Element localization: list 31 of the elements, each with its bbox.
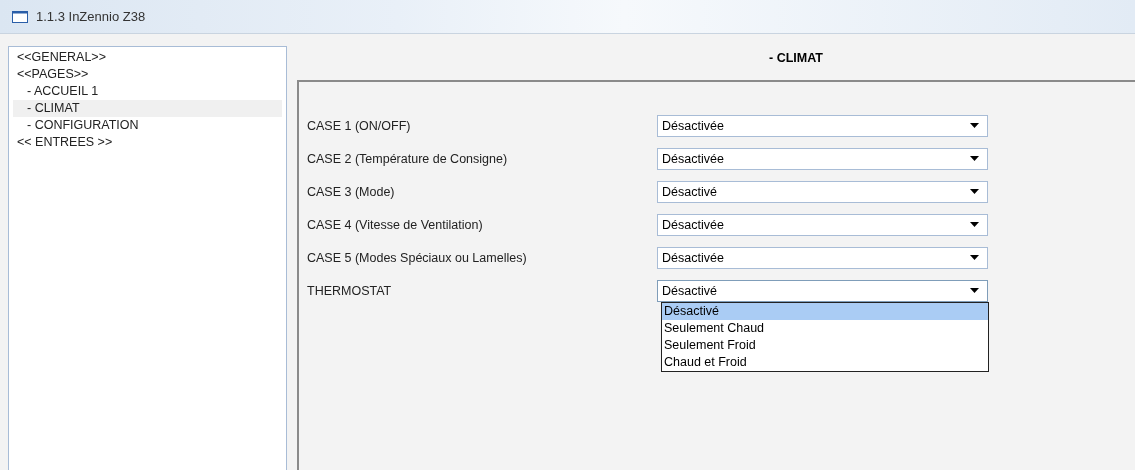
dropdown[interactable]: Désactivé xyxy=(657,279,988,302)
caret-icon xyxy=(970,189,979,194)
tree-item[interactable]: - CONFIGURATION xyxy=(13,117,282,134)
field-label: CASE 5 (Modes Spéciaux ou Lamelles) xyxy=(307,250,528,265)
caret-icon xyxy=(970,288,979,293)
dropdown[interactable]: Désactivé xyxy=(657,180,988,203)
dropdown[interactable]: Désactivée xyxy=(657,213,988,236)
field-label: CASE 1 (ON/OFF) xyxy=(307,118,412,133)
tree-item[interactable]: <<GENERAL>> xyxy=(13,49,282,66)
dropdown[interactable]: Désactivée xyxy=(657,246,988,269)
dropdown-option[interactable]: Seulement Froid xyxy=(662,336,988,354)
caret-icon xyxy=(970,123,979,128)
field-label: CASE 2 (Température de Consigne) xyxy=(307,151,509,166)
field-label: THERMOSTAT xyxy=(307,283,393,298)
tree-item[interactable]: - CLIMAT xyxy=(13,100,282,117)
field-label: CASE 3 (Mode) xyxy=(307,184,396,199)
tree-item[interactable]: <<PAGES>> xyxy=(13,66,282,83)
dropdown-option[interactable]: Désactivé xyxy=(662,302,988,320)
field-label: CASE 4 (Vitesse de Ventilation) xyxy=(307,217,484,232)
dropdown[interactable]: Désactivée xyxy=(657,147,988,170)
section-title: - CLIMAT xyxy=(769,50,823,65)
window-icon xyxy=(12,10,28,23)
caret-icon xyxy=(970,222,979,227)
window-title: 1.1.3 InZennio Z38 xyxy=(36,9,146,24)
dropdown-option[interactable]: Chaud et Froid xyxy=(662,353,988,371)
dropdown-option[interactable]: Seulement Chaud xyxy=(662,319,988,337)
caret-icon xyxy=(970,156,979,161)
tree-item[interactable]: << ENTREES >> xyxy=(13,134,282,151)
caret-icon xyxy=(970,255,979,260)
dropdown[interactable]: Désactivée xyxy=(657,114,988,137)
tree-item[interactable]: - ACCUEIL 1 xyxy=(13,83,282,100)
